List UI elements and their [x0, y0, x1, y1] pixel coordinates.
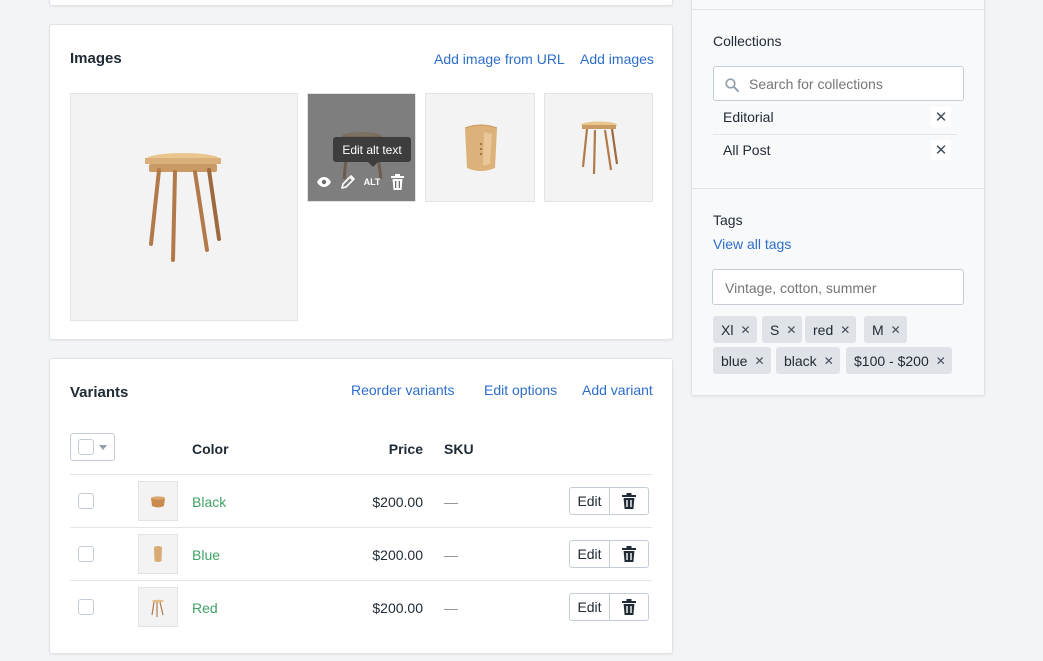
- eye-icon[interactable]: [316, 173, 332, 191]
- product-image-3[interactable]: [425, 93, 535, 202]
- tag-label: red: [813, 321, 834, 338]
- product-image-4[interactable]: [544, 93, 653, 202]
- collection-item: Editorial ✕: [713, 102, 957, 135]
- variant-price: $200.00: [372, 494, 423, 510]
- variants-card: Variants Reorder variants Edit options A…: [49, 358, 673, 654]
- tags-input-box[interactable]: [712, 269, 964, 305]
- tag-chip: $100 - $200 ✕: [846, 347, 952, 374]
- tags-label: Tags: [713, 212, 743, 228]
- tag-label: S: [770, 321, 780, 338]
- stool-image: [581, 121, 619, 175]
- trash-icon: [622, 493, 636, 509]
- variant-thumbnail: [138, 481, 178, 521]
- variant-sku: —: [444, 547, 458, 563]
- delete-variant-button[interactable]: [609, 487, 649, 515]
- collection-item: All Post ✕: [713, 135, 957, 168]
- cup-image: [464, 124, 498, 171]
- variant-sku: —: [444, 494, 458, 510]
- tag-chip: M ✕: [864, 316, 907, 343]
- remove-tag-icon[interactable]: ✕: [786, 323, 796, 337]
- section-divider: [692, 188, 984, 189]
- collection-name: All Post: [723, 142, 771, 158]
- remove-tag-icon[interactable]: ✕: [891, 323, 901, 337]
- column-header-sku: SKU: [444, 441, 474, 457]
- search-icon: [725, 78, 739, 92]
- variant-sku: —: [444, 600, 458, 616]
- remove-tag-icon[interactable]: ✕: [740, 323, 750, 337]
- product-image-main[interactable]: [70, 93, 298, 321]
- remove-tag-icon[interactable]: ✕: [840, 323, 850, 337]
- image-hover-overlay: Edit alt text ALT: [308, 94, 415, 201]
- column-header-price: Price: [388, 441, 423, 457]
- delete-variant-button[interactable]: [609, 593, 649, 621]
- stool-image: [145, 153, 221, 262]
- delete-variant-button[interactable]: [609, 540, 649, 568]
- add-images-link[interactable]: Add images: [580, 51, 654, 67]
- chevron-down-icon: [99, 445, 107, 450]
- section-divider: [692, 9, 984, 10]
- variant-price: $200.00: [372, 600, 423, 616]
- table-row: Blue $200.00 — Edit: [50, 528, 672, 581]
- variant-price: $200.00: [372, 547, 423, 563]
- row-checkbox[interactable]: [78, 546, 94, 562]
- trash-icon: [622, 599, 636, 615]
- variant-thumbnail: [138, 534, 178, 574]
- add-image-from-url-link[interactable]: Add image from URL: [434, 51, 565, 67]
- collections-search-box[interactable]: [713, 66, 964, 101]
- row-checkbox[interactable]: [78, 599, 94, 615]
- organization-sidebar-card: Collections Editorial ✕ All Post ✕ Tags …: [691, 0, 985, 396]
- alt-text-icon[interactable]: ALT: [362, 173, 382, 191]
- tag-label: Xl: [721, 321, 734, 338]
- product-image-2[interactable]: Edit alt text ALT: [307, 93, 416, 202]
- pencil-icon[interactable]: [339, 173, 357, 191]
- tag-label: black: [784, 352, 817, 369]
- table-row: Black $200.00 — Edit: [50, 475, 672, 528]
- bulk-select-dropdown[interactable]: [70, 433, 115, 461]
- remove-tag-icon[interactable]: ✕: [824, 354, 834, 368]
- remove-collection-icon[interactable]: ✕: [931, 107, 951, 127]
- trash-icon: [622, 546, 636, 562]
- collections-search-input[interactable]: [747, 75, 957, 93]
- edit-variant-button[interactable]: Edit: [569, 593, 610, 621]
- tag-chip: S ✕: [762, 316, 803, 343]
- collections-label: Collections: [713, 33, 782, 49]
- images-card: Images Add image from URL Add images Edi…: [49, 24, 673, 340]
- edit-options-link[interactable]: Edit options: [484, 382, 557, 398]
- variants-title: Variants: [70, 384, 129, 401]
- variant-link-black[interactable]: Black: [192, 494, 226, 510]
- edit-variant-button[interactable]: Edit: [569, 487, 610, 515]
- variant-link-blue[interactable]: Blue: [192, 547, 220, 563]
- tag-label: blue: [721, 352, 748, 369]
- top-card: [49, 0, 673, 6]
- trash-icon[interactable]: [389, 173, 405, 191]
- tag-label: $100 - $200: [854, 352, 929, 369]
- tag-chip: red ✕: [805, 316, 857, 343]
- column-header-color: Color: [192, 441, 229, 457]
- remove-collection-icon[interactable]: ✕: [931, 140, 951, 160]
- collection-name: Editorial: [723, 109, 774, 125]
- images-title: Images: [70, 50, 122, 67]
- variant-link-red[interactable]: Red: [192, 600, 218, 616]
- tag-chip: blue ✕: [713, 347, 771, 374]
- edit-alt-text-tooltip: Edit alt text: [333, 137, 411, 167]
- variant-thumbnail: [138, 587, 178, 627]
- tags-input[interactable]: [723, 279, 953, 297]
- remove-tag-icon[interactable]: ✕: [936, 354, 946, 368]
- reorder-variants-link[interactable]: Reorder variants: [351, 382, 455, 398]
- tag-chip: Xl ✕: [713, 316, 757, 343]
- view-all-tags-link[interactable]: View all tags: [713, 236, 791, 252]
- add-variant-link[interactable]: Add variant: [582, 382, 653, 398]
- tag-label: M: [872, 321, 884, 338]
- row-checkbox[interactable]: [78, 493, 94, 509]
- table-row: Red $200.00 — Edit: [50, 581, 672, 634]
- select-all-checkbox[interactable]: [78, 439, 94, 455]
- edit-variant-button[interactable]: Edit: [569, 540, 610, 568]
- tag-chip: black ✕: [776, 347, 840, 374]
- remove-tag-icon[interactable]: ✕: [754, 354, 764, 368]
